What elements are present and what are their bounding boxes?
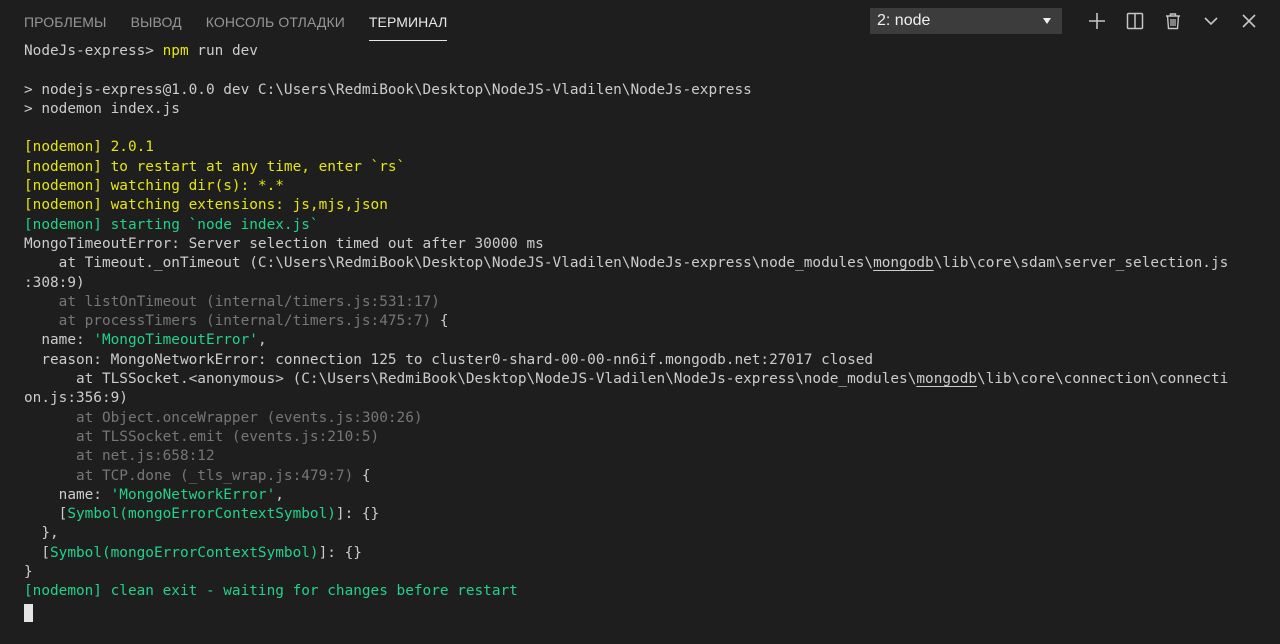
terminal-text: , xyxy=(275,486,284,503)
terminal-text: at TLSSocket.emit (events.js:210:5) xyxy=(24,428,380,445)
terminal-text: MongoTimeoutError: Server selection time… xyxy=(24,235,544,252)
close-panel-button[interactable] xyxy=(1230,0,1268,42)
plus-icon xyxy=(1089,13,1105,29)
terminal-line: at TCP.done (_tls_wrap.js:479:7) { xyxy=(24,467,1264,486)
panel-actions: 2: node xyxy=(870,0,1280,42)
terminal-text: ]: {} xyxy=(318,544,362,561)
terminal-text: :308:9) xyxy=(24,274,85,291)
terminal-select[interactable]: 2: node xyxy=(870,8,1062,34)
terminal-line: [nodemon] 2.0.1 xyxy=(24,138,1264,157)
terminal-text: reason: MongoNetworkError: connection 12… xyxy=(24,351,874,368)
kill-terminal-button[interactable] xyxy=(1154,0,1192,42)
terminal-text: [ xyxy=(24,506,68,523)
tab-label: КОНСОЛЬ ОТЛАДКИ xyxy=(205,14,345,30)
terminal-text: 'MongoTimeoutError' xyxy=(93,332,258,349)
close-icon xyxy=(1242,14,1256,28)
terminal-text: } xyxy=(24,564,33,581)
terminal-text: at TLSSocket.<anonymous> (C:\Users\Redmi… xyxy=(24,371,917,388)
terminal-line: :308:9) xyxy=(24,274,1264,293)
terminal-line: at processTimers (internal/timers.js:475… xyxy=(24,312,1264,331)
tab-debug-console[interactable]: КОНСОЛЬ ОТЛАДКИ xyxy=(206,0,345,42)
terminal-line: [Symbol(mongoErrorContextSymbol)]: {} xyxy=(24,505,1264,524)
terminal-line: [nodemon] watching extensions: js,mjs,js… xyxy=(24,196,1264,215)
terminal-text: [nodemon] to restart at any time, enter … xyxy=(24,158,406,175)
new-terminal-button[interactable] xyxy=(1078,0,1116,42)
terminal-line: at net.js:658:12 xyxy=(24,447,1264,466)
terminal-text: NodeJs-express> xyxy=(24,43,163,59)
terminal-text: , xyxy=(257,332,267,349)
trash-icon xyxy=(1166,13,1180,30)
tab-problems[interactable]: ПРОБЛЕМЫ xyxy=(24,0,107,42)
terminal-line: name: 'MongoTimeoutError', xyxy=(24,331,1264,350)
terminal-text: }, xyxy=(24,525,59,542)
terminal-line: > nodejs-express@1.0.0 dev C:\Users\Redm… xyxy=(24,81,1264,100)
terminal-line: reason: MongoNetworkError: connection 12… xyxy=(24,351,1264,370)
terminal-line: at TLSSocket.emit (events.js:210:5) xyxy=(24,428,1264,447)
terminal-text: at net.js:658:12 xyxy=(24,448,215,465)
terminal-line: at TLSSocket.<anonymous> (C:\Users\Redmi… xyxy=(24,370,1264,389)
terminal-text: name: xyxy=(24,486,111,503)
terminal-text: at Object.onceWrapper (events.js:300:26) xyxy=(24,409,423,426)
panel-header: ПРОБЛЕМЫ ВЫВОД КОНСОЛЬ ОТЛАДКИ ТЕРМИНАЛ … xyxy=(0,0,1280,42)
terminal-text: name: xyxy=(24,332,94,349)
terminal-line: MongoTimeoutError: Server selection time… xyxy=(24,235,1264,254)
terminal-text: at listOnTimeout (internal/timers.js:531… xyxy=(24,293,440,310)
terminal-line: > nodemon index.js xyxy=(24,100,1264,119)
terminal-text: > nodemon index.js xyxy=(24,100,180,117)
terminal-text: [nodemon] watching extensions: js,mjs,js… xyxy=(24,197,388,214)
terminal-text: 'MongoNetworkError' xyxy=(110,486,276,503)
terminal-cursor xyxy=(24,603,33,622)
terminal-line: name: 'MongoNetworkError', xyxy=(24,486,1264,505)
terminal-text: \lib\core\sdam\server_selection.js xyxy=(933,255,1229,272)
terminal-text: Symbol(mongoErrorContextSymbol) xyxy=(67,506,336,523)
terminal-line: [nodemon] to restart at any time, enter … xyxy=(24,158,1264,177)
terminal-line: at listOnTimeout (internal/timers.js:531… xyxy=(24,293,1264,312)
terminal-link[interactable]: mongodb xyxy=(873,255,934,271)
terminal-text: [nodemon] 2.0.1 xyxy=(24,139,154,156)
terminal-line: on.js:356:9) xyxy=(24,389,1264,408)
panel-tabs: ПРОБЛЕМЫ ВЫВОД КОНСОЛЬ ОТЛАДКИ ТЕРМИНАЛ xyxy=(0,0,448,42)
terminal-text: at TCP.done (_tls_wrap.js:479:7) xyxy=(24,467,354,484)
terminal-text: { xyxy=(431,313,449,330)
tab-output[interactable]: ВЫВОД xyxy=(131,0,182,42)
terminal-text: \lib\core\connection\connecti xyxy=(977,371,1229,388)
terminal-output[interactable]: NodeJs-express> npm run dev > nodejs-expr… xyxy=(24,42,1264,632)
terminal-text: { xyxy=(353,467,371,484)
terminal-text: on.js:356:9) xyxy=(24,390,128,407)
tab-label: ВЫВОД xyxy=(130,14,182,30)
split-terminal-button[interactable] xyxy=(1116,0,1154,42)
select-arrow-icon xyxy=(1043,18,1051,24)
tab-label: ТЕРМИНАЛ xyxy=(368,14,448,41)
terminal-text: [nodemon] clean exit - waiting for chang… xyxy=(24,583,518,600)
maximize-panel-button[interactable] xyxy=(1192,0,1230,42)
terminal-text: [ xyxy=(24,544,50,561)
tab-label: ПРОБЛЕМЫ xyxy=(24,14,107,30)
terminal-line: [Symbol(mongoErrorContextSymbol)]: {} xyxy=(24,544,1264,563)
terminal-text: Symbol(mongoErrorContextSymbol) xyxy=(50,544,319,561)
terminal-text: npm xyxy=(162,43,189,59)
terminal-text: > nodejs-express@1.0.0 dev C:\Users\Redm… xyxy=(24,81,752,98)
terminal-line: [nodemon] watching dir(s): *.* xyxy=(24,177,1264,196)
terminal-link[interactable]: mongodb xyxy=(916,371,977,387)
terminal-line: [nodemon] clean exit - waiting for chang… xyxy=(24,582,1264,601)
terminal-text: run dev xyxy=(188,43,258,59)
split-icon xyxy=(1126,12,1144,30)
terminal-text: ]: {} xyxy=(335,506,380,523)
terminal-text: at processTimers (internal/timers.js:475… xyxy=(24,313,432,330)
terminal-line: NodeJs-express> npm run dev xyxy=(24,42,1264,61)
terminal-text: at Timeout._onTimeout (C:\Users\RedmiBoo… xyxy=(24,255,874,272)
terminal-line: [nodemon] starting `node index.js` xyxy=(24,216,1264,235)
chevron-down-icon xyxy=(1204,17,1218,26)
tab-terminal[interactable]: ТЕРМИНАЛ xyxy=(368,0,448,42)
terminal-text: [nodemon] starting `node index.js` xyxy=(24,216,319,233)
terminal-line: at Timeout._onTimeout (C:\Users\RedmiBoo… xyxy=(24,254,1264,273)
terminal-prompt-line xyxy=(24,602,1264,622)
terminal-line: at Object.onceWrapper (events.js:300:26) xyxy=(24,409,1264,428)
terminal-line: } xyxy=(24,563,1264,582)
terminal-line: }, xyxy=(24,524,1264,543)
terminal-text: [nodemon] watching dir(s): *.* xyxy=(24,178,284,195)
terminal-select-value: 2: node xyxy=(877,12,931,29)
